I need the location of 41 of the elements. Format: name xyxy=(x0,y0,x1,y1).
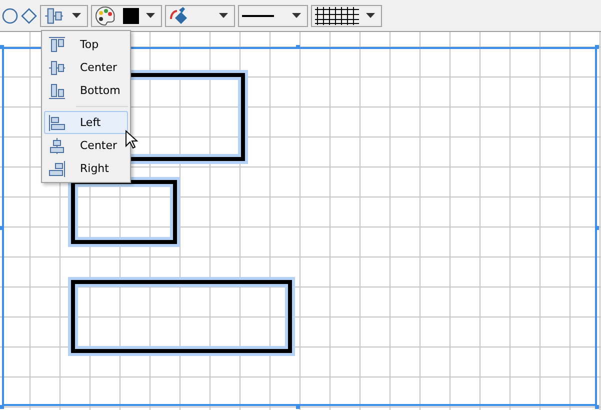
resize-handle[interactable] xyxy=(0,405,4,409)
caret-icon xyxy=(292,13,301,18)
menu-item[interactable]: Top xyxy=(44,33,128,56)
caret-icon xyxy=(72,13,81,18)
caret-icon xyxy=(146,13,155,18)
palette-icon xyxy=(95,6,115,26)
align-top-icon xyxy=(48,36,66,54)
resize-handle[interactable] xyxy=(0,226,4,230)
caret-icon xyxy=(219,13,228,18)
caret-icon xyxy=(366,13,375,18)
align-icon xyxy=(44,6,64,26)
fill-dropdown[interactable] xyxy=(165,4,235,26)
align-right-icon xyxy=(48,160,66,178)
align-bottom-icon xyxy=(48,82,66,100)
grid-dropdown[interactable] xyxy=(311,4,382,26)
diamond-icon[interactable] xyxy=(21,8,37,24)
align-middle-icon xyxy=(48,58,66,76)
align-hcenter-icon xyxy=(48,136,66,154)
menu-item[interactable]: Left xyxy=(44,111,128,134)
cursor-icon xyxy=(125,130,138,150)
line-icon xyxy=(242,14,274,18)
rectangle-shape[interactable] xyxy=(71,280,292,353)
line-style-dropdown[interactable] xyxy=(238,4,308,26)
resize-handle[interactable] xyxy=(296,405,300,409)
menu-item[interactable]: Bottom xyxy=(44,79,128,102)
rectangle-shape[interactable] xyxy=(71,180,177,244)
resize-handle[interactable] xyxy=(0,45,4,49)
circle-icon[interactable] xyxy=(2,8,18,24)
resize-handle[interactable] xyxy=(595,405,599,409)
resize-handle[interactable] xyxy=(595,226,599,230)
menu-item[interactable]: Right xyxy=(44,157,128,180)
grid-icon xyxy=(315,6,359,24)
color-swatch-icon xyxy=(122,8,138,24)
align-left-icon xyxy=(48,114,66,132)
paint-bucket-icon xyxy=(169,6,189,26)
align-dropdown[interactable] xyxy=(40,4,88,26)
color-dropdown[interactable] xyxy=(91,4,162,26)
resize-handle[interactable] xyxy=(595,45,599,49)
resize-handle[interactable] xyxy=(296,45,300,49)
menu-item[interactable]: Center xyxy=(44,56,128,79)
menu-item[interactable]: Center xyxy=(44,134,128,157)
